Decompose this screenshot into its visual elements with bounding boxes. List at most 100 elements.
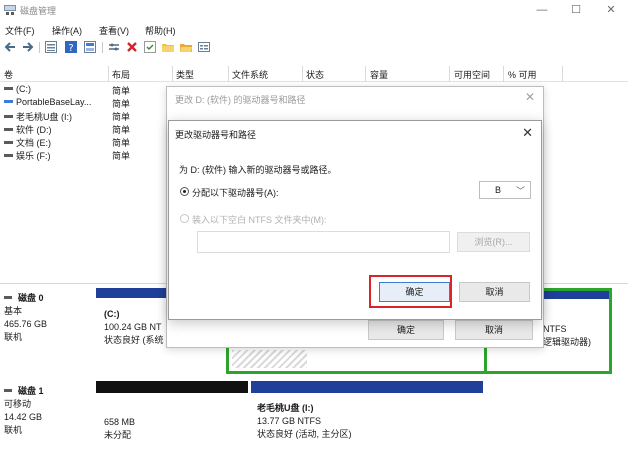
column-capacity[interactable]: 容量: [370, 68, 388, 81]
disk-size: 465.76 GB: [4, 319, 48, 329]
back-arrow-icon[interactable]: [4, 41, 16, 53]
column-divider[interactable]: [302, 66, 303, 82]
mount-folder-radio[interactable]: [180, 214, 189, 223]
volume-drive-icon: [4, 141, 13, 145]
partition-size: 100.24 GB NT: [104, 322, 162, 332]
dialog-title: 更改驱动器号和路径: [175, 130, 257, 140]
dialog-cancel-button[interactable]: 取消: [455, 320, 533, 340]
volume-layout: 简单: [112, 86, 131, 96]
menu-file[interactable]: 文件(F): [5, 24, 35, 37]
volume-layout: 简单: [112, 138, 131, 148]
disk-size: 14.42 GB: [4, 412, 43, 422]
ok-button-highlight: [369, 275, 452, 308]
column-filesystem[interactable]: 文件系统: [232, 68, 268, 81]
forward-arrow-icon[interactable]: [22, 41, 34, 53]
free-space-hatch: [232, 350, 307, 368]
disk-management-window: 磁盘管理 — ☐ ✕ 文件(F) 操作(A) 查看(V) 帮助(H) ? 卷 布…: [0, 0, 628, 455]
column-divider[interactable]: [228, 66, 229, 82]
column-free-space[interactable]: 可用空间: [454, 68, 490, 81]
partition-status: 状态良好 (活动, 主分区): [257, 429, 352, 439]
partition-status: 状态良好 (系统: [104, 335, 164, 345]
volume-drive-icon: [4, 115, 13, 119]
drive-letter-value: B: [495, 185, 502, 195]
column-divider[interactable]: [562, 66, 563, 82]
volume-layout: 简单: [112, 125, 131, 135]
change-drive-letter-subdialog: 更改驱动器号和路径 ✕ 为 D: (软件) 输入新的驱动器号或路径。 分配以下驱…: [168, 120, 542, 320]
column-type[interactable]: 类型: [176, 68, 194, 81]
partition-i[interactable]: 老毛桃U盘 (I:) 13.77 GB NTFS 状态良好 (活动, 主分区): [251, 381, 483, 455]
column-divider[interactable]: [449, 66, 450, 82]
column-divider[interactable]: [503, 66, 504, 82]
mount-folder-label[interactable]: 装入以下空白 NTFS 文件夹中(M):: [192, 213, 327, 226]
delete-icon[interactable]: [126, 41, 138, 53]
volume-name: 文档 (E:): [16, 138, 51, 148]
column-status[interactable]: 状态: [306, 68, 324, 81]
volume-drive-icon: [4, 154, 13, 158]
connect-icon[interactable]: [108, 41, 120, 53]
assign-letter-radio[interactable]: [180, 187, 189, 196]
minimize-button[interactable]: —: [528, 1, 556, 19]
disk-title: 磁盘 1: [18, 386, 44, 396]
column-percent-free[interactable]: % 可用: [508, 68, 537, 81]
column-divider[interactable]: [108, 66, 109, 82]
assign-letter-label[interactable]: 分配以下驱动器号(A):: [192, 186, 279, 199]
column-layout[interactable]: 布局: [112, 68, 130, 81]
partition-size: NTFS: [543, 324, 567, 334]
volume-name: 娱乐 (F:): [16, 151, 51, 161]
disk-type: 基本: [4, 306, 23, 316]
partition-name: 老毛桃U盘 (I:): [257, 403, 314, 413]
disk-management-icon: [4, 5, 16, 15]
disk-1-label[interactable]: 磁盘 1 可移动 14.42 GB 联机: [4, 385, 44, 437]
close-icon[interactable]: ✕: [525, 90, 535, 104]
partition-size: 658 MB: [104, 417, 136, 427]
column-divider[interactable]: [172, 66, 173, 82]
disk-icon: [4, 389, 12, 393]
volume-list-icon[interactable]: [45, 41, 57, 53]
toolbar: ?: [0, 39, 628, 57]
dialog-prompt: 为 D: (软件) 输入新的驱动器号或路径。: [179, 165, 337, 175]
column-volume[interactable]: 卷: [4, 68, 13, 81]
volume-layout: 简单: [112, 112, 131, 122]
dialog-ok-button[interactable]: 确定: [368, 320, 444, 340]
graphic-view-icon[interactable]: [84, 41, 96, 53]
menu-help[interactable]: 帮助(H): [145, 24, 176, 37]
volume-drive-icon: [4, 87, 13, 91]
disk-type: 可移动: [4, 399, 32, 409]
unallocated-space[interactable]: 658 MB 未分配: [96, 381, 248, 455]
drive-letter-select[interactable]: B ﹀: [479, 181, 531, 199]
menu-view[interactable]: 查看(V): [99, 24, 129, 37]
menu-action[interactable]: 操作(A): [52, 24, 82, 37]
cancel-button[interactable]: 取消: [459, 282, 530, 302]
volume-name: (C:): [16, 84, 31, 94]
title-bar: 磁盘管理 — ☐ ✕: [0, 0, 628, 20]
partition-status: 未分配: [104, 430, 132, 440]
browse-button[interactable]: 浏览(R)...: [457, 232, 530, 252]
svg-text:?: ?: [68, 43, 73, 53]
chevron-down-icon: ﹀: [515, 186, 525, 196]
volume-drive-icon: [4, 128, 13, 132]
close-button[interactable]: ✕: [597, 1, 625, 19]
window-title: 磁盘管理: [20, 6, 57, 16]
folder-path-input[interactable]: [197, 231, 450, 253]
column-divider[interactable]: [365, 66, 366, 82]
partition-name: (C:): [104, 309, 120, 319]
folder-open-icon[interactable]: [180, 41, 192, 53]
partition-status: 逻辑驱动器): [543, 337, 591, 347]
disk-0-label[interactable]: 磁盘 0 基本 465.76 GB 联机: [4, 292, 47, 344]
volume-list-header: 卷 布局 类型 文件系统 状态 容量 可用空间 % 可用: [0, 66, 628, 82]
close-icon[interactable]: ✕: [522, 125, 533, 141]
volume-name: 软件 (D:): [16, 125, 52, 135]
properties-icon[interactable]: [198, 41, 210, 53]
partition-bar: [251, 381, 483, 393]
volume-layout: 简单: [112, 99, 131, 109]
dialog-title: 更改 D: (软件) 的驱动器号和路径: [175, 95, 306, 105]
check-icon[interactable]: [144, 41, 156, 53]
volume-name: 老毛桃U盘 (I:): [16, 112, 72, 122]
folder-icon[interactable]: [162, 41, 174, 53]
partition-c[interactable]: (C:) 100.24 GB NT 状态良好 (系统: [96, 288, 168, 372]
volume-drive-icon: [4, 100, 13, 104]
volume-name: PortableBaseLay...: [16, 97, 92, 107]
disk-status: 联机: [4, 332, 23, 342]
help-icon[interactable]: ?: [65, 41, 77, 53]
maximize-button[interactable]: ☐: [562, 1, 590, 19]
